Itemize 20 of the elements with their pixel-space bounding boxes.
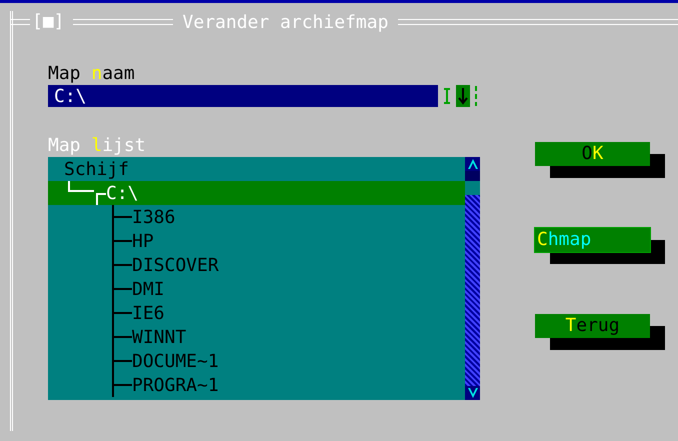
input-field[interactable]: C:\ <box>48 85 438 107</box>
scrollbar[interactable] <box>465 157 480 400</box>
scroll-thumb[interactable] <box>465 171 480 195</box>
tree-item[interactable]: I386 <box>132 206 176 228</box>
scroll-up-icon[interactable] <box>466 157 480 171</box>
dotted-line-icon <box>474 85 478 107</box>
tree-item[interactable]: Schijf <box>48 157 465 181</box>
window-title: Verander archiefmap <box>182 12 390 32</box>
tree-item[interactable]: DMI <box>132 278 165 300</box>
tree-item[interactable]: HP <box>132 230 154 252</box>
field-label: Map naam <box>48 63 135 85</box>
down-arrow-icon[interactable] <box>456 85 470 107</box>
tree-item[interactable]: DISCOVER <box>132 254 219 276</box>
tree-item[interactable]: IE6 <box>132 302 165 324</box>
tree-item[interactable]: PROGRA~1 <box>132 374 219 396</box>
list-label: Map lijst <box>48 135 146 157</box>
tree-item[interactable]: C:\ <box>106 182 139 204</box>
text-cursor-icon <box>442 86 452 106</box>
tree-item[interactable]: DOCUME~1 <box>132 350 219 372</box>
tree-item[interactable]: WINNT <box>132 326 186 348</box>
